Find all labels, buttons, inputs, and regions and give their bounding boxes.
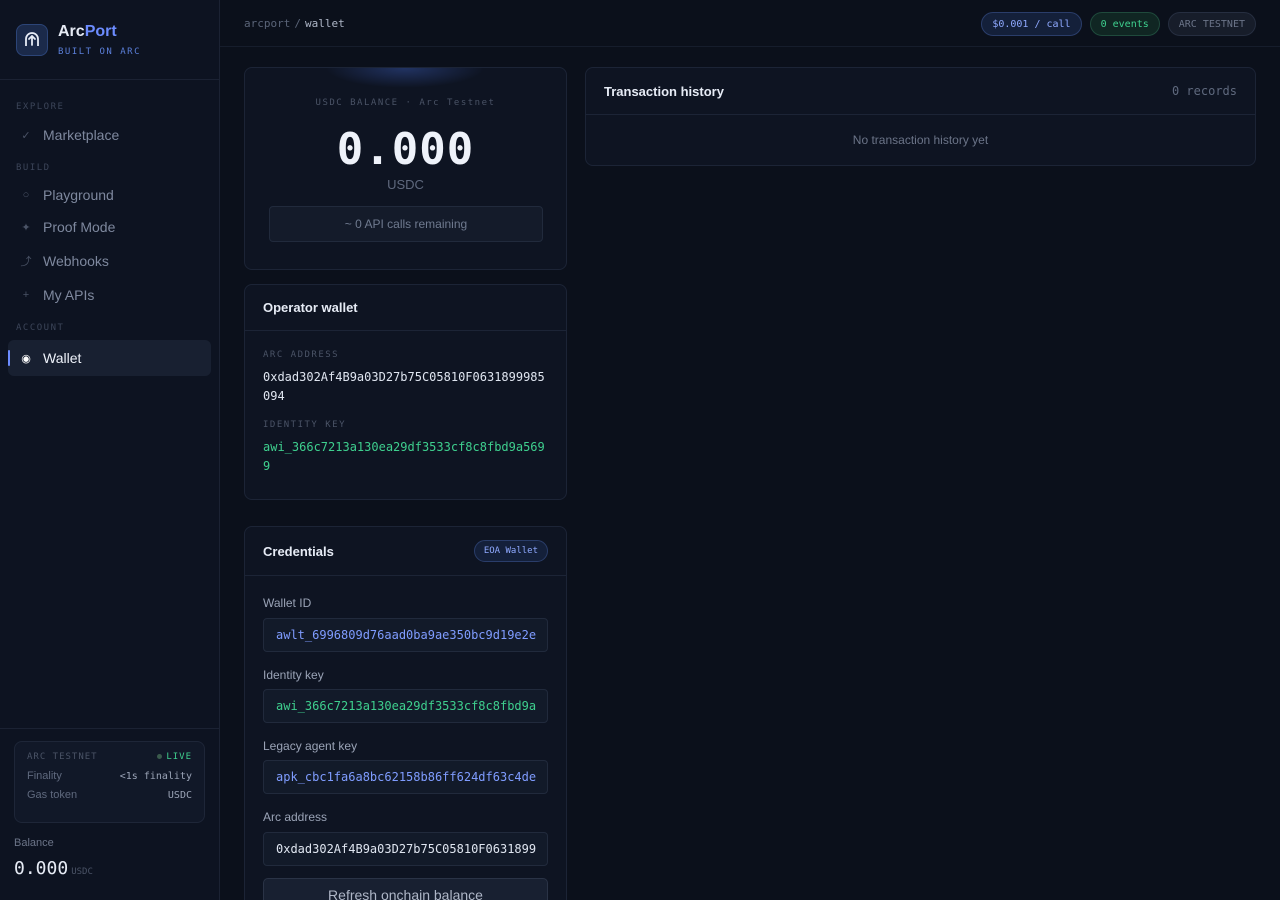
calls-remaining: ~ 0 API calls remaining xyxy=(269,206,543,242)
sidebar-item-webhooks[interactable]: ⤴ Webhooks xyxy=(8,243,211,279)
balance-card: USDC BALANCE · Arc Testnet 0.000 USDC ~ … xyxy=(244,67,567,270)
operator-wallet-card: Operator wallet ARC ADDRESS 0xdad302Af4B… xyxy=(244,284,567,500)
identity-key-value[interactable]: awi_366c7213a130ea29df3533cf8c8fbd9a5699 xyxy=(263,438,548,476)
sparkle-icon: ✦ xyxy=(21,221,31,234)
sidebar-balance-value: 0.000 USDC xyxy=(14,858,93,879)
balance-unit: USDC xyxy=(387,177,424,192)
network-card: ARC TESTNET LIVE Finality <1s finality G… xyxy=(14,741,205,823)
wallet-id-field[interactable]: awlt_6996809d76aad0ba9ae350bc9d19e2e xyxy=(263,618,548,652)
balance-glow xyxy=(325,68,485,88)
legacy-agent-key-field[interactable]: apk_cbc1fa6a8bc62158b86ff624df63c4de xyxy=(263,760,548,794)
sidebar-item-label: Wallet xyxy=(43,350,82,366)
circle-icon: ○ xyxy=(22,189,30,201)
legacy-agent-key-label: Legacy agent key xyxy=(263,739,358,753)
sidebar-item-my-apis[interactable]: + My APIs xyxy=(8,277,211,313)
brand[interactable]: ArcPort BUILT ON ARC xyxy=(0,0,219,80)
credentials-card: Credentials EOA Wallet Wallet ID awlt_69… xyxy=(244,526,567,900)
sidebar-item-playground[interactable]: ○ Playground xyxy=(8,177,211,213)
live-badge: LIVE xyxy=(157,752,192,762)
events-pill[interactable]: 0 events xyxy=(1089,12,1160,36)
arc-address-label: ARC ADDRESS xyxy=(263,350,340,360)
balance-caption: USDC BALANCE · Arc Testnet xyxy=(315,98,496,108)
topbar: arcport / wallet $0.001 / call 0 events AR… xyxy=(220,0,1280,47)
section-build: BUILD xyxy=(16,163,51,173)
sidebar-item-wallet[interactable]: ◉ Wallet xyxy=(8,340,211,376)
finality-label: Finality xyxy=(27,770,62,782)
gas-token-value: USDC xyxy=(167,789,192,801)
sidebar-item-marketplace[interactable]: ✓ Marketplace xyxy=(8,117,211,153)
breadcrumb: arcport / wallet xyxy=(244,16,345,30)
status-dot-icon xyxy=(157,754,163,759)
brand-name: ArcPort xyxy=(58,22,117,40)
finality-value: <1s finality xyxy=(119,770,192,782)
network-pill: ARC TESTNET xyxy=(1167,12,1256,36)
transaction-history-card: Transaction history 0 records No transac… xyxy=(585,67,1256,166)
sidebar-item-proof-mode[interactable]: ✦ Proof Mode xyxy=(8,209,211,245)
arc-address-label: Arc address xyxy=(263,810,328,824)
arc-address-value[interactable]: 0xdad302Af4B9a03D27b75C05810F06318999850… xyxy=(263,368,548,406)
card-title: Transaction history xyxy=(604,83,724,99)
sidebar-balance-label: Balance xyxy=(14,837,54,849)
breadcrumb-current: wallet xyxy=(304,16,345,30)
sidebar-divider xyxy=(0,728,219,729)
plus-icon: + xyxy=(22,289,30,301)
card-title: Credentials xyxy=(263,543,334,559)
sidebar: ArcPort BUILT ON ARC EXPLORE ✓ Marketpla… xyxy=(0,0,220,900)
balance-amount: 0.000 xyxy=(336,124,475,175)
wallet-id-label: Wallet ID xyxy=(263,596,312,610)
gas-token-label: Gas token xyxy=(27,789,78,801)
refresh-balance-button[interactable]: Refresh onchain balance xyxy=(263,878,548,900)
sidebar-item-label: Proof Mode xyxy=(43,219,116,235)
empty-state: No transaction history yet xyxy=(852,133,989,147)
identity-key-label: Identity key xyxy=(263,668,324,682)
status-pills: $0.001 / call 0 events ARC TESTNET xyxy=(981,12,1256,36)
sidebar-item-label: Marketplace xyxy=(43,127,120,143)
sidebar-item-label: Playground xyxy=(43,187,114,203)
breadcrumb-root[interactable]: arcport xyxy=(244,17,290,30)
arc-address-field[interactable]: 0xdad302Af4B9a03D27b75C05810F0631899 xyxy=(263,832,548,866)
records-count: 0 records xyxy=(1171,84,1237,98)
price-pill: $0.001 / call xyxy=(981,12,1082,36)
sidebar-item-label: My APIs xyxy=(43,287,95,303)
brand-subtitle: BUILT ON ARC xyxy=(58,46,142,57)
section-account: ACCOUNT xyxy=(16,323,65,333)
eoa-wallet-badge: EOA Wallet xyxy=(473,540,548,562)
network-title: ARC TESTNET xyxy=(27,752,98,762)
sidebar-item-label: Webhooks xyxy=(43,253,109,269)
section-explore: EXPLORE xyxy=(16,102,65,112)
card-title: Operator wallet xyxy=(263,300,358,315)
identity-key-label: IDENTITY KEY xyxy=(263,420,347,430)
identity-key-field[interactable]: awi_366c7213a130ea29df3533cf8c8fbd9a xyxy=(263,689,548,723)
check-icon: ✓ xyxy=(21,129,31,142)
radio-dot-icon: ◉ xyxy=(21,352,31,365)
curve-arrow-icon: ⤴ xyxy=(20,256,32,268)
arrow-up-arc-icon xyxy=(16,23,48,56)
